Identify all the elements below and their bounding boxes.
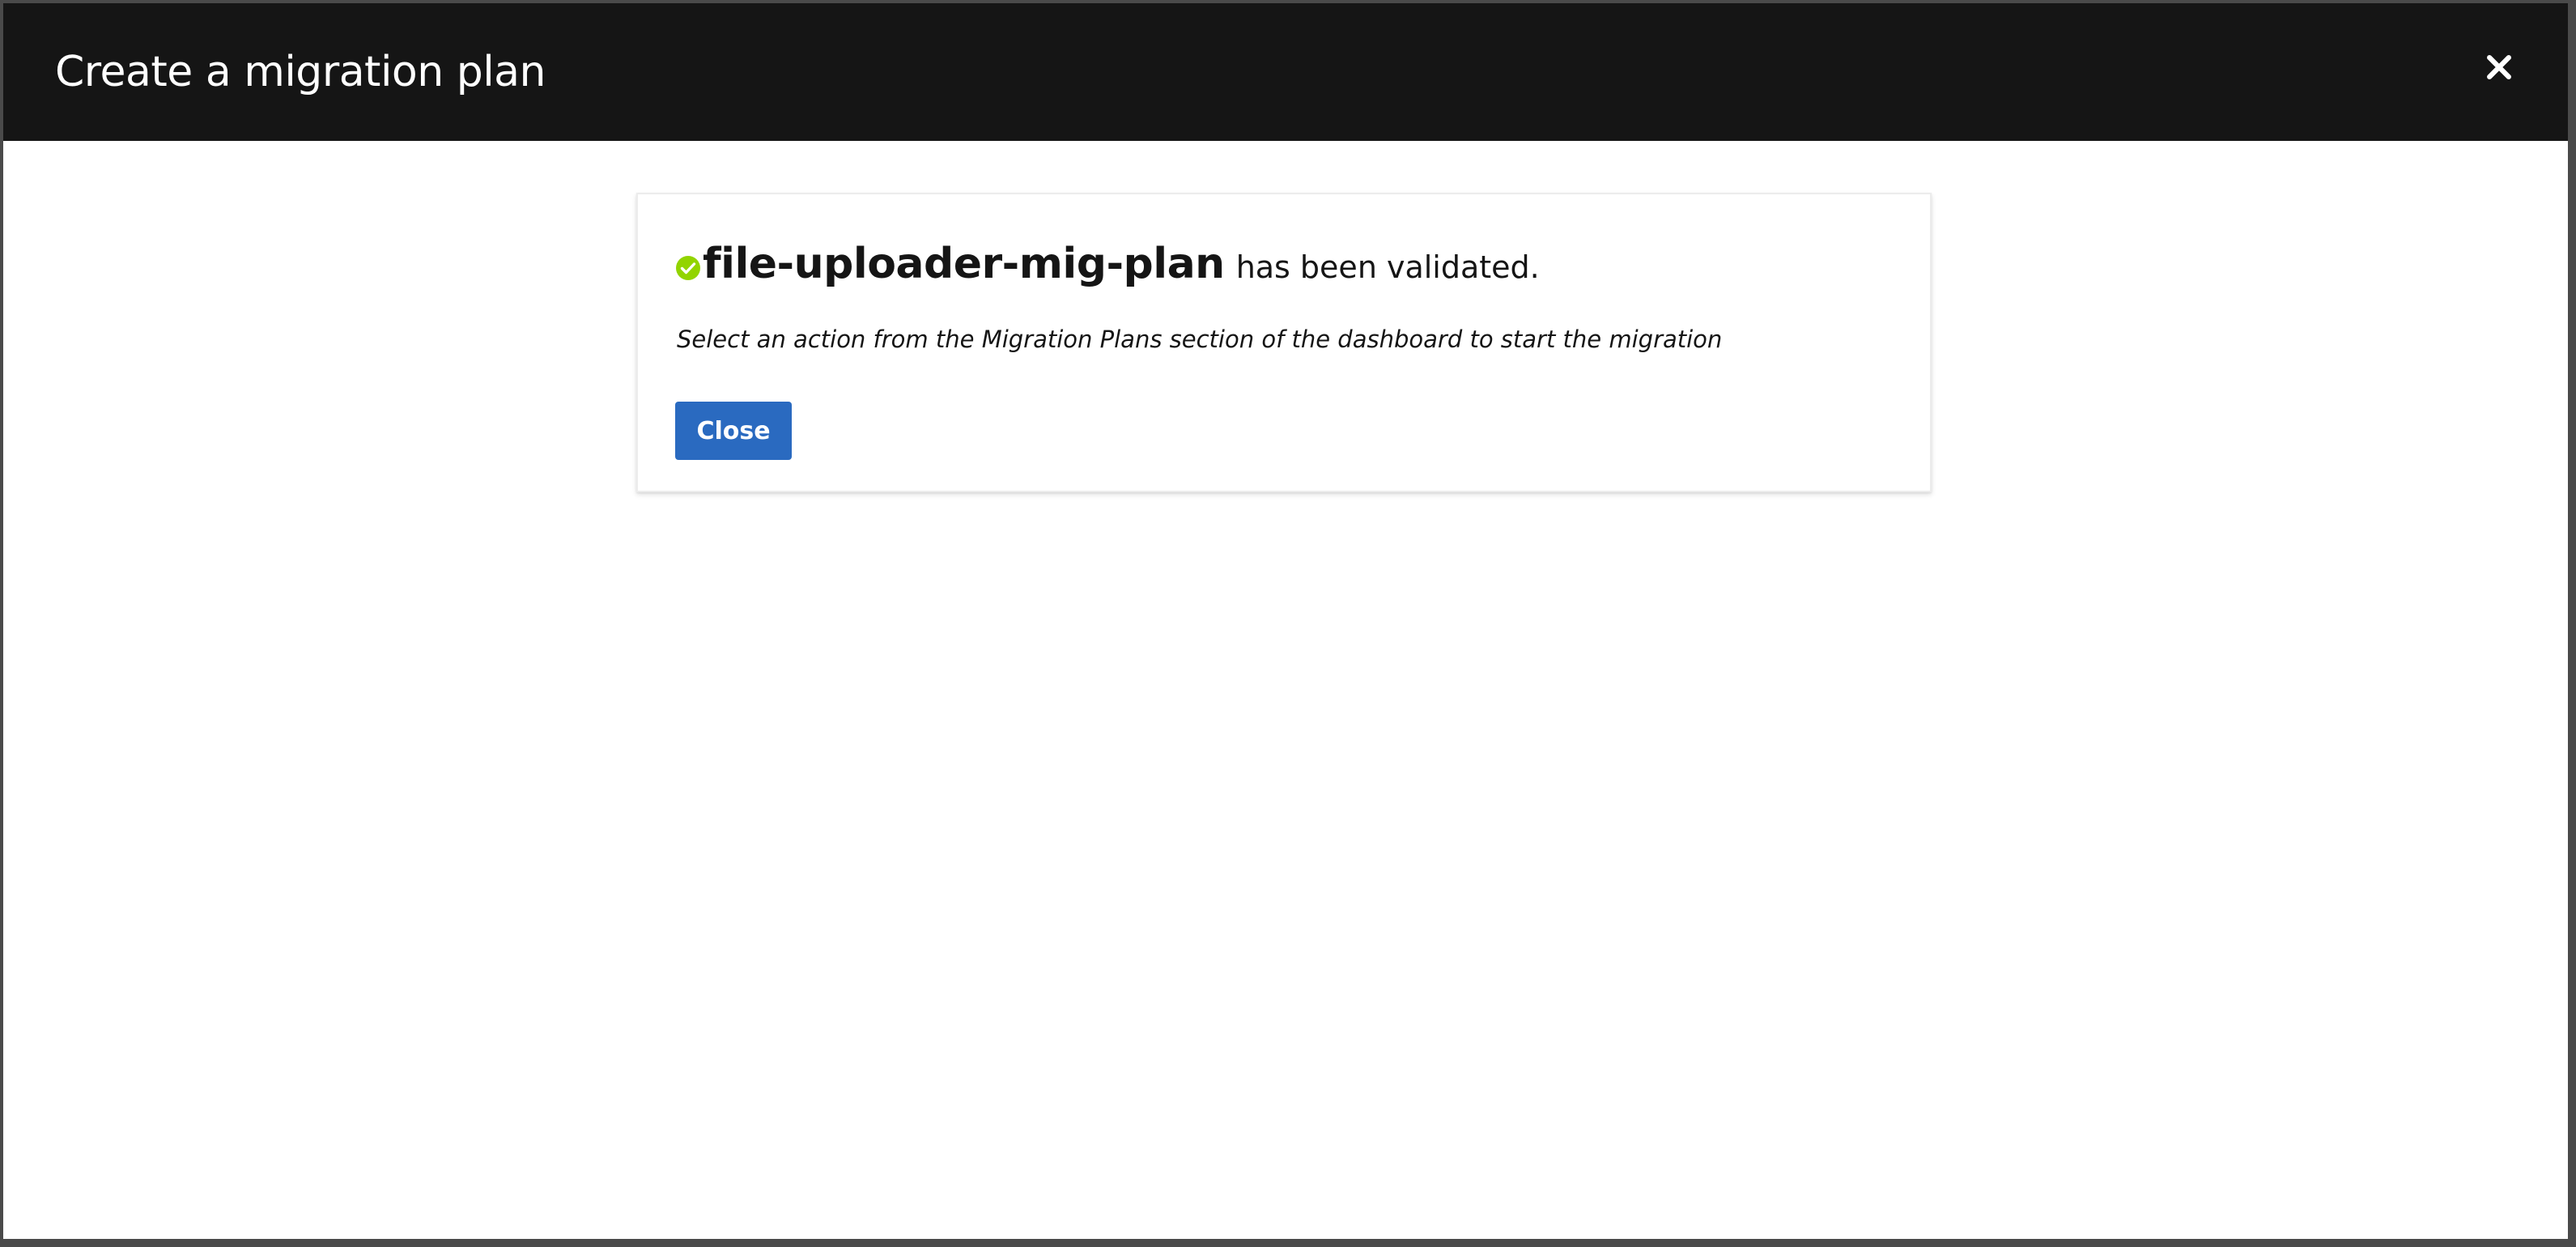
instruction-text: Select an action from the Migration Plan… bbox=[677, 326, 1723, 353]
create-migration-plan-modal: Create a migration plan file-uploader-mi… bbox=[3, 3, 2568, 1239]
validation-headline: file-uploader-mig-plan has been validate… bbox=[675, 240, 1540, 288]
close-icon bbox=[2487, 55, 2511, 79]
validation-status-text: has been validated. bbox=[1235, 249, 1540, 285]
modal-header: Create a migration plan bbox=[3, 3, 2568, 141]
modal-close-button[interactable] bbox=[2479, 47, 2519, 87]
modal-title: Create a migration plan bbox=[55, 48, 546, 96]
close-button[interactable]: Close bbox=[675, 402, 792, 460]
validation-result-card: file-uploader-mig-plan has been validate… bbox=[636, 193, 1932, 492]
plan-name: file-uploader-mig-plan bbox=[703, 240, 1225, 288]
check-circle-icon bbox=[675, 255, 701, 281]
